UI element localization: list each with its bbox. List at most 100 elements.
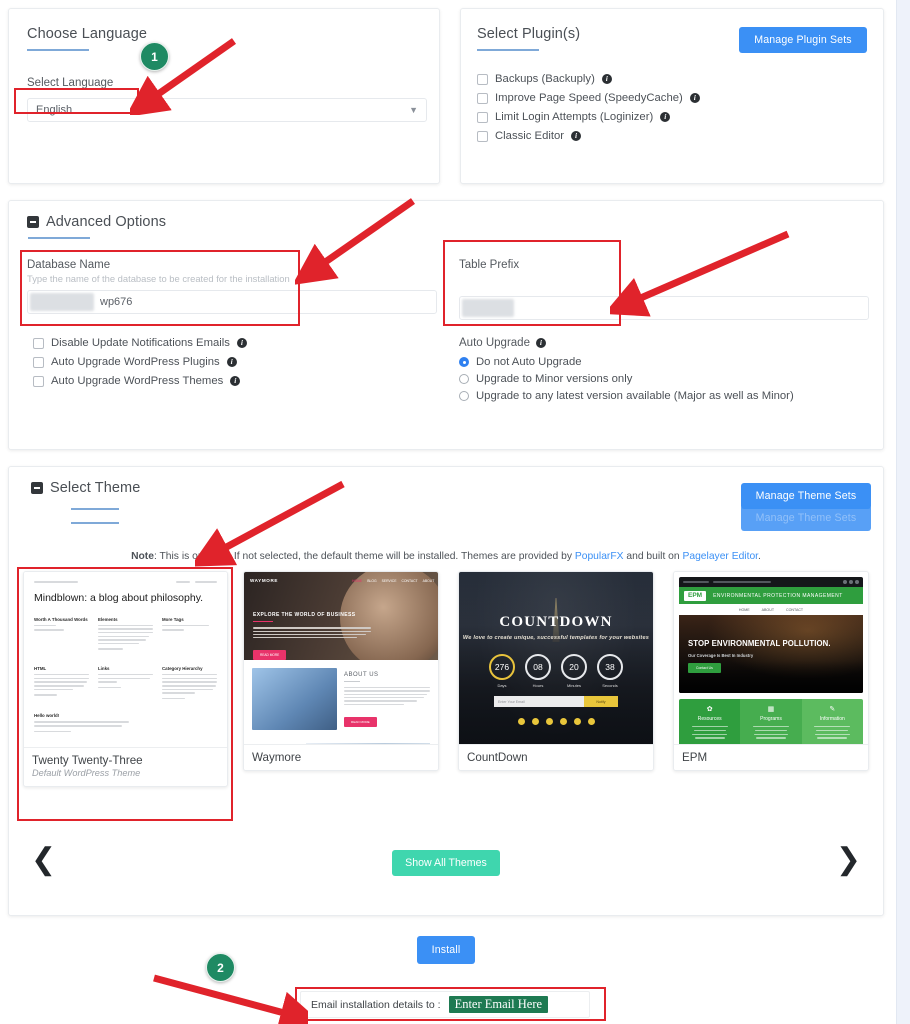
preview-section-title: Worth A Thousand Words — [34, 616, 88, 622]
step-badge-2: 2 — [206, 953, 235, 982]
countdown-ring-minutes: 20 — [561, 654, 587, 680]
manage-theme-sets-button-ghost[interactable]: Manage Theme Sets — [741, 505, 871, 531]
theme-name: Waymore — [252, 751, 302, 764]
radio-minor-only[interactable] — [459, 374, 469, 384]
plugin-row-speedycache[interactable]: Improve Page Speed (SpeedyCache) i — [477, 92, 867, 104]
countdown-ring-hours: 08 — [525, 654, 551, 680]
theme-preview: WAYMORE HOME BLOG SERVICE CONTACT ABOUT … — [244, 572, 438, 744]
table-prefix-label: Table Prefix — [459, 259, 520, 271]
database-name-help: Type the name of the database to be crea… — [27, 273, 290, 284]
plugin-label: Limit Login Attempts (Loginizer) — [495, 111, 654, 123]
select-language-wrapper[interactable]: ▼ — [27, 98, 427, 122]
preview-email-input: Enter Your Email — [494, 696, 584, 707]
preview-nav-item: ABOUT — [422, 578, 435, 583]
theme-card-epm[interactable]: EPM ENVIRONMENTAL PROTECTION MANAGEMENT … — [673, 571, 869, 771]
info-icon[interactable]: i — [689, 93, 700, 103]
plugin-row-classic-editor[interactable]: Classic Editor i — [477, 130, 867, 142]
row-auto-upgrade-plugins[interactable]: Auto Upgrade WordPress Plugins i — [33, 356, 433, 368]
note-text: : This is optional. If not selected, the… — [153, 551, 575, 562]
email-input[interactable]: Enter Email Here — [448, 996, 549, 1013]
email-details-row[interactable]: Email installation details to : Enter Em… — [300, 991, 590, 1018]
prev-theme-arrow[interactable]: ❮ — [31, 845, 56, 875]
plugin-checkbox-list: Backups (Backuply) i Improve Page Speed … — [477, 73, 867, 149]
table-prefix-input[interactable] — [459, 296, 869, 320]
preview-hero-sub: Our Coverage Is Best In Industry — [688, 653, 754, 658]
radio-no-auto-upgrade[interactable] — [459, 357, 469, 367]
select-language-input[interactable] — [27, 98, 427, 122]
choose-language-card: Choose Language Select Language ▼ — [8, 8, 440, 184]
preview-section-title: Links — [98, 665, 110, 671]
preview-nav-item: HOME — [352, 578, 363, 583]
select-theme-card: Select Theme Manage Theme Sets Manage Th… — [8, 466, 884, 916]
manage-plugin-sets-button[interactable]: Manage Plugin Sets — [739, 27, 867, 53]
preview-mission-title: OUR MISSION — [252, 743, 300, 744]
theme-preview: COUNTDOWN We love to create unique, succ… — [459, 572, 653, 744]
preview-card-title: Resources — [697, 716, 722, 722]
radio-row-any-latest[interactable]: Upgrade to any latest version available … — [459, 390, 869, 402]
info-icon[interactable]: i — [571, 131, 582, 141]
countdown-value: 276 — [494, 662, 510, 672]
row-auto-upgrade-themes[interactable]: Auto Upgrade WordPress Themes i — [33, 375, 433, 387]
show-all-themes-button[interactable]: Show All Themes — [392, 850, 500, 876]
info-icon[interactable]: i — [230, 376, 241, 386]
theme-card-countdown[interactable]: COUNTDOWN We love to create unique, succ… — [458, 571, 654, 771]
checkbox-auto-upgrade-plugins[interactable] — [33, 356, 44, 368]
theme-preview: Mindblown: a blog about philosophy. Wort… — [24, 572, 227, 747]
preview-card-title: Information — [819, 716, 845, 722]
preview-nav-item: ABOUT — [761, 607, 775, 612]
select-language-label: Select Language — [27, 77, 114, 89]
info-icon[interactable]: i — [660, 112, 671, 122]
radio-any-latest[interactable] — [459, 391, 469, 401]
preview-about-title: ABOUT US — [344, 672, 379, 678]
install-button[interactable]: Install — [417, 936, 475, 964]
theme-card-waymore[interactable]: WAYMORE HOME BLOG SERVICE CONTACT ABOUT … — [243, 571, 439, 771]
preview-section-title: Category Hierarchy — [162, 665, 203, 671]
checkbox-speedycache[interactable] — [477, 92, 488, 104]
collapse-minus-icon[interactable] — [31, 482, 43, 494]
section-heading: Select Theme — [50, 480, 141, 496]
select-plugins-card: Select Plugin(s) Manage Plugin Sets Back… — [460, 8, 884, 184]
radio-row-no-auto-upgrade[interactable]: Do not Auto Upgrade — [459, 356, 869, 368]
title-underline-secondary — [71, 522, 119, 524]
option-label: Auto Upgrade WordPress Plugins — [51, 356, 220, 368]
preview-title: COUNTDOWN — [499, 614, 613, 630]
countdown-value: 20 — [569, 662, 579, 672]
select-plugins-title: Select Plugin(s) — [477, 26, 580, 51]
checkbox-loginizer[interactable] — [477, 111, 488, 123]
preview-hero: STOP ENVIRONMENTAL POLLUTION. Our Covera… — [679, 615, 863, 693]
preview-last-post: Hello world! — [34, 713, 60, 719]
theme-card-twenty-twenty-three[interactable]: Mindblown: a blog about philosophy. Wort… — [23, 571, 228, 787]
note-end: . — [758, 551, 761, 562]
radio-row-minor-only[interactable]: Upgrade to Minor versions only — [459, 373, 869, 385]
info-icon[interactable]: i — [535, 338, 546, 348]
section-heading: Advanced Options — [46, 214, 167, 230]
checkbox-classic-editor[interactable] — [477, 130, 488, 142]
plugin-row-loginizer[interactable]: Limit Login Attempts (Loginizer) i — [477, 111, 867, 123]
select-theme-header[interactable]: Select Theme — [31, 480, 140, 524]
checkbox-disable-update-emails[interactable] — [33, 337, 44, 349]
auto-upgrade-label: Auto Upgrade — [459, 337, 530, 349]
next-theme-arrow[interactable]: ❯ — [836, 845, 861, 875]
info-icon[interactable]: i — [236, 338, 247, 348]
preview-topbar — [34, 581, 217, 584]
note-mid: and built on — [623, 551, 683, 562]
preview-hero: WAYMORE HOME BLOG SERVICE CONTACT ABOUT … — [244, 572, 438, 660]
checkbox-auto-upgrade-themes[interactable] — [33, 375, 44, 387]
preview-about-button: READ MORE — [344, 716, 377, 727]
advanced-options-header[interactable]: Advanced Options — [27, 214, 166, 239]
section-heading: Select Plugin(s) — [477, 26, 581, 42]
checkbox-backups[interactable] — [477, 73, 488, 85]
info-icon[interactable]: i — [601, 74, 612, 84]
info-icon[interactable]: i — [226, 357, 237, 367]
collapse-minus-icon[interactable] — [27, 216, 39, 228]
title-underline — [27, 49, 89, 51]
countdown-unit: Days — [497, 683, 507, 688]
preview-hero: COUNTDOWN We love to create unique, succ… — [459, 572, 653, 744]
row-disable-update-emails[interactable]: Disable Update Notifications Emails i — [33, 337, 433, 349]
popularfx-link[interactable]: PopularFX — [575, 551, 624, 562]
plugin-row-backups[interactable]: Backups (Backuply) i — [477, 73, 867, 85]
countdown-unit: Seconds — [602, 683, 618, 688]
pagelayer-link[interactable]: Pagelayer Editor — [682, 551, 758, 562]
theme-preview: EPM ENVIRONMENTAL PROTECTION MANAGEMENT … — [674, 572, 868, 744]
preview-subscribe-label: Notify — [596, 699, 606, 704]
